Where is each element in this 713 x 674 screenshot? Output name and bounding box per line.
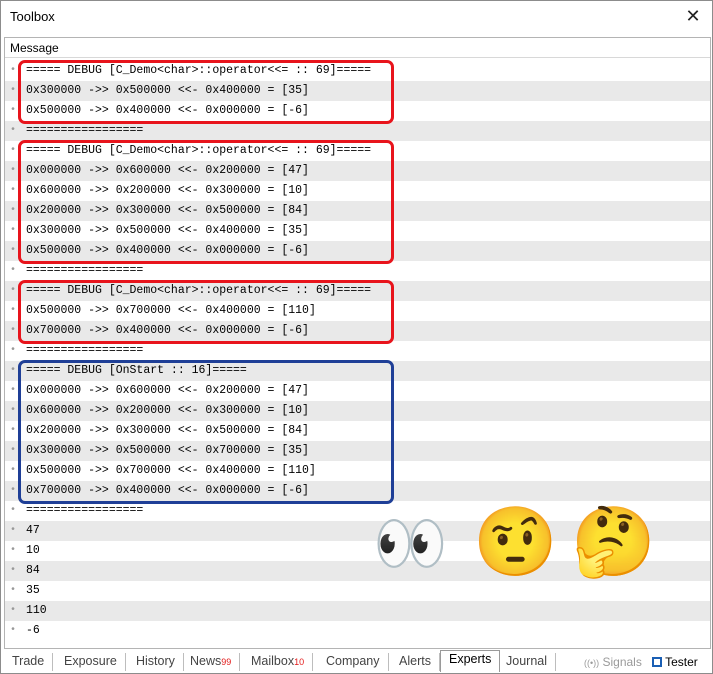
tab-alerts[interactable]: Alerts xyxy=(391,653,440,671)
tester-label: Tester xyxy=(665,655,698,669)
row-bullet-icon: • xyxy=(10,145,17,156)
tab-label: Company xyxy=(326,654,380,668)
row-bullet-icon: • xyxy=(10,365,17,376)
title-bar: Toolbox ✕ xyxy=(1,1,712,33)
tab-experts[interactable]: Experts xyxy=(440,650,501,672)
message-text: 110 xyxy=(26,604,47,617)
list-item[interactable]: • 110 xyxy=(5,601,710,621)
message-text: ================= xyxy=(26,344,144,357)
row-bullet-icon: • xyxy=(10,185,17,196)
close-icon[interactable]: ✕ xyxy=(682,5,704,27)
row-bullet-icon: • xyxy=(10,85,17,96)
tester-button[interactable]: Tester xyxy=(652,655,698,669)
row-bullet-icon: • xyxy=(10,465,17,476)
chip-icon xyxy=(652,657,662,667)
row-bullet-icon: • xyxy=(10,625,17,636)
tab-company[interactable]: Company xyxy=(318,653,389,671)
signals-label: Signals xyxy=(602,655,642,669)
row-bullet-icon: • xyxy=(10,305,17,316)
row-bullet-icon: • xyxy=(10,65,17,76)
tab-label: History xyxy=(136,654,175,668)
column-header-message[interactable]: Message xyxy=(5,38,710,58)
thinking-emoji: 🤔 xyxy=(571,503,656,582)
row-bullet-icon: • xyxy=(10,505,17,516)
tab-label: Alerts xyxy=(399,654,431,668)
raised-eyebrow-emoji: 🤨 xyxy=(473,503,558,582)
row-bullet-icon: • xyxy=(10,425,17,436)
tab-label: Mailbox xyxy=(251,654,295,668)
tab-news[interactable]: News99 xyxy=(182,653,241,671)
message-panel: Message • ===== DEBUG [C_Demo<char>::oper… xyxy=(4,37,711,649)
tab-badge: 99 xyxy=(221,657,232,667)
highlight-box-red xyxy=(18,140,394,264)
row-bullet-icon: • xyxy=(10,125,17,136)
tab-journal[interactable]: Journal xyxy=(498,653,556,671)
message-text: 35 xyxy=(26,584,40,597)
row-bullet-icon: • xyxy=(10,605,17,616)
toolbox-window: Toolbox ✕ Message • ===== DEBUG [C_Demo<c… xyxy=(0,0,713,674)
list-item[interactable]: • ================= xyxy=(5,261,710,281)
column-header-label: Message xyxy=(10,41,59,55)
tab-mailbox[interactable]: Mailbox10 xyxy=(243,653,314,671)
row-bullet-icon: • xyxy=(10,225,17,236)
row-bullet-icon: • xyxy=(10,385,17,396)
window-title: Toolbox xyxy=(10,9,55,24)
row-bullet-icon: • xyxy=(10,325,17,336)
list-item[interactable]: • ================= xyxy=(5,121,710,141)
tab-label: News xyxy=(190,654,222,668)
message-text: ================= xyxy=(26,264,144,277)
message-text: -6 xyxy=(26,624,40,637)
list-item[interactable]: • ================= xyxy=(5,341,710,361)
signals-icon: ((•)) xyxy=(584,658,600,668)
row-bullet-icon: • xyxy=(10,565,17,576)
tab-history[interactable]: History xyxy=(128,653,184,671)
row-bullet-icon: • xyxy=(10,205,17,216)
row-bullet-icon: • xyxy=(10,485,17,496)
row-bullet-icon: • xyxy=(10,405,17,416)
highlight-box-red xyxy=(18,60,394,124)
tab-badge: 10 xyxy=(294,657,305,667)
row-bullet-icon: • xyxy=(10,585,17,596)
row-bullet-icon: • xyxy=(10,165,17,176)
list-item[interactable]: • 35 xyxy=(5,581,710,601)
message-text: 84 xyxy=(26,564,40,577)
row-bullet-icon: • xyxy=(10,105,17,116)
list-item[interactable]: • -6 xyxy=(5,621,710,641)
signals-button[interactable]: ((•)) Signals xyxy=(584,655,642,669)
row-bullet-icon: • xyxy=(10,445,17,456)
message-text: ================= xyxy=(26,504,144,517)
tab-label: Trade xyxy=(12,654,45,668)
row-bullet-icon: • xyxy=(10,245,17,256)
message-text: 47 xyxy=(26,524,40,537)
tab-label: Exposure xyxy=(64,654,117,668)
row-bullet-icon: • xyxy=(10,525,17,536)
message-text: 10 xyxy=(26,544,40,557)
highlight-box-red xyxy=(18,280,394,344)
row-bullet-icon: • xyxy=(10,285,17,296)
tab-label: Experts xyxy=(449,652,492,666)
row-bullet-icon: • xyxy=(10,545,17,556)
message-text: ================= xyxy=(26,124,144,137)
tab-trade[interactable]: Trade xyxy=(4,653,54,671)
row-bullet-icon: • xyxy=(10,265,17,276)
tab-exposure[interactable]: Exposure xyxy=(56,653,126,671)
tab-label: Journal xyxy=(506,654,547,668)
highlight-box-blue xyxy=(18,360,394,504)
eyes-emoji: 👀 xyxy=(373,509,448,579)
row-bullet-icon: • xyxy=(10,345,17,356)
